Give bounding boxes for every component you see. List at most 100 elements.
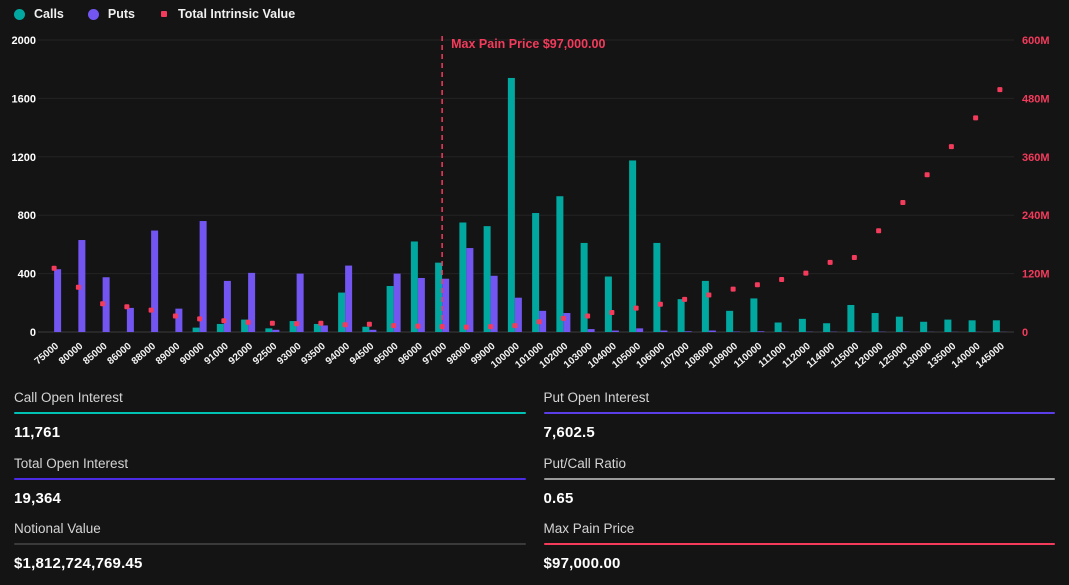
intrinsic-value-point[interactable] (100, 301, 105, 306)
intrinsic-value-point[interactable] (367, 322, 372, 327)
intrinsic-value-point[interactable] (634, 306, 639, 311)
puts-bar[interactable] (200, 221, 207, 332)
calls-bar[interactable] (775, 323, 782, 332)
puts-bar[interactable] (685, 331, 692, 332)
left-axis-tick-label: 800 (18, 210, 36, 222)
intrinsic-value-point[interactable] (682, 297, 687, 302)
intrinsic-value-point[interactable] (585, 313, 590, 318)
intrinsic-value-point[interactable] (76, 285, 81, 290)
puts-bar[interactable] (660, 331, 667, 332)
intrinsic-value-point[interactable] (246, 320, 251, 325)
calls-bar[interactable] (847, 305, 854, 332)
calls-bar[interactable] (556, 196, 563, 332)
puts-bar[interactable] (175, 309, 182, 332)
calls-bar[interactable] (435, 263, 442, 332)
calls-bar[interactable] (872, 313, 879, 332)
calls-bar[interactable] (799, 319, 806, 332)
intrinsic-value-point[interactable] (997, 87, 1002, 92)
stat-value: 0.65 (544, 490, 1056, 507)
puts-bar[interactable] (612, 331, 619, 332)
puts-bar[interactable] (491, 276, 498, 332)
puts-bar[interactable] (636, 328, 643, 332)
stat-label: Total Open Interest (14, 456, 526, 475)
puts-bar[interactable] (345, 266, 352, 332)
puts-bar[interactable] (588, 329, 595, 332)
puts-bar[interactable] (127, 308, 134, 332)
intrinsic-value-point[interactable] (197, 316, 202, 321)
stat-accent-line (14, 478, 526, 480)
x-axis-tick-label: 88000 (130, 341, 159, 368)
calls-bar[interactable] (193, 328, 200, 332)
intrinsic-value-point[interactable] (318, 321, 323, 326)
calls-bar[interactable] (944, 320, 951, 332)
intrinsic-value-point[interactable] (925, 172, 930, 177)
puts-bar[interactable] (563, 313, 570, 332)
puts-bar[interactable] (272, 330, 279, 332)
puts-bar[interactable] (709, 331, 716, 332)
puts-bar[interactable] (442, 279, 449, 332)
calls-bar[interactable] (581, 243, 588, 332)
calls-bar[interactable] (508, 78, 515, 332)
intrinsic-value-point[interactable] (391, 323, 396, 328)
calls-bar[interactable] (411, 241, 418, 332)
intrinsic-value-point[interactable] (900, 200, 905, 205)
calls-bar[interactable] (726, 311, 733, 332)
intrinsic-value-point[interactable] (221, 318, 226, 323)
puts-bar[interactable] (369, 330, 376, 332)
puts-bar[interactable] (321, 325, 328, 332)
intrinsic-value-point[interactable] (876, 228, 881, 233)
intrinsic-value-point[interactable] (803, 271, 808, 276)
calls-bar[interactable] (484, 226, 491, 332)
intrinsic-value-point[interactable] (706, 293, 711, 298)
options-open-interest-chart[interactable]: 00400120M800240M1200360M1600480M2000600M… (0, 0, 1069, 382)
puts-bar[interactable] (466, 248, 473, 332)
intrinsic-value-point[interactable] (270, 321, 275, 326)
intrinsic-value-point[interactable] (949, 144, 954, 149)
puts-bar[interactable] (757, 331, 764, 332)
calls-bar[interactable] (653, 243, 660, 332)
intrinsic-value-point[interactable] (609, 310, 614, 315)
intrinsic-value-point[interactable] (294, 321, 299, 326)
intrinsic-value-point[interactable] (512, 323, 517, 328)
intrinsic-value-point[interactable] (561, 316, 566, 321)
intrinsic-value-point[interactable] (52, 266, 57, 271)
intrinsic-value-point[interactable] (488, 324, 493, 329)
intrinsic-value-point[interactable] (415, 324, 420, 329)
puts-bar[interactable] (224, 281, 231, 332)
intrinsic-value-point[interactable] (779, 277, 784, 282)
intrinsic-value-point[interactable] (464, 325, 469, 330)
calls-bar[interactable] (702, 281, 709, 332)
calls-bar[interactable] (920, 322, 927, 332)
intrinsic-value-point[interactable] (658, 302, 663, 307)
stat-accent-line (544, 412, 1056, 414)
left-axis-tick-label: 0 (30, 327, 36, 339)
intrinsic-value-point[interactable] (124, 304, 129, 309)
calls-bar[interactable] (678, 299, 685, 332)
stat-max-pain-price: Max Pain Price $97,000.00 (544, 515, 1056, 581)
calls-bar[interactable] (459, 223, 466, 333)
calls-bar[interactable] (217, 324, 224, 332)
intrinsic-value-point[interactable] (828, 260, 833, 265)
intrinsic-value-point[interactable] (973, 115, 978, 120)
intrinsic-value-point[interactable] (537, 319, 542, 324)
calls-bar[interactable] (993, 320, 1000, 332)
calls-bar[interactable] (896, 317, 903, 332)
calls-bar[interactable] (605, 277, 612, 332)
intrinsic-value-point[interactable] (149, 308, 154, 313)
calls-bar[interactable] (532, 213, 539, 332)
puts-bar[interactable] (54, 269, 61, 332)
intrinsic-value-point[interactable] (755, 282, 760, 287)
right-axis-tick-label: 240M (1022, 210, 1050, 222)
x-axis-tick-label: 91000 (202, 341, 231, 368)
calls-bar[interactable] (969, 320, 976, 332)
intrinsic-value-point[interactable] (731, 287, 736, 292)
calls-bar[interactable] (362, 327, 369, 332)
calls-bar[interactable] (823, 323, 830, 332)
calls-bar[interactable] (265, 328, 272, 332)
puts-bar[interactable] (151, 231, 158, 332)
intrinsic-value-point[interactable] (173, 313, 178, 318)
calls-bar[interactable] (750, 298, 757, 332)
intrinsic-value-point[interactable] (343, 322, 348, 327)
x-axis-tick-label: 75000 (33, 341, 62, 368)
intrinsic-value-point[interactable] (852, 255, 857, 260)
